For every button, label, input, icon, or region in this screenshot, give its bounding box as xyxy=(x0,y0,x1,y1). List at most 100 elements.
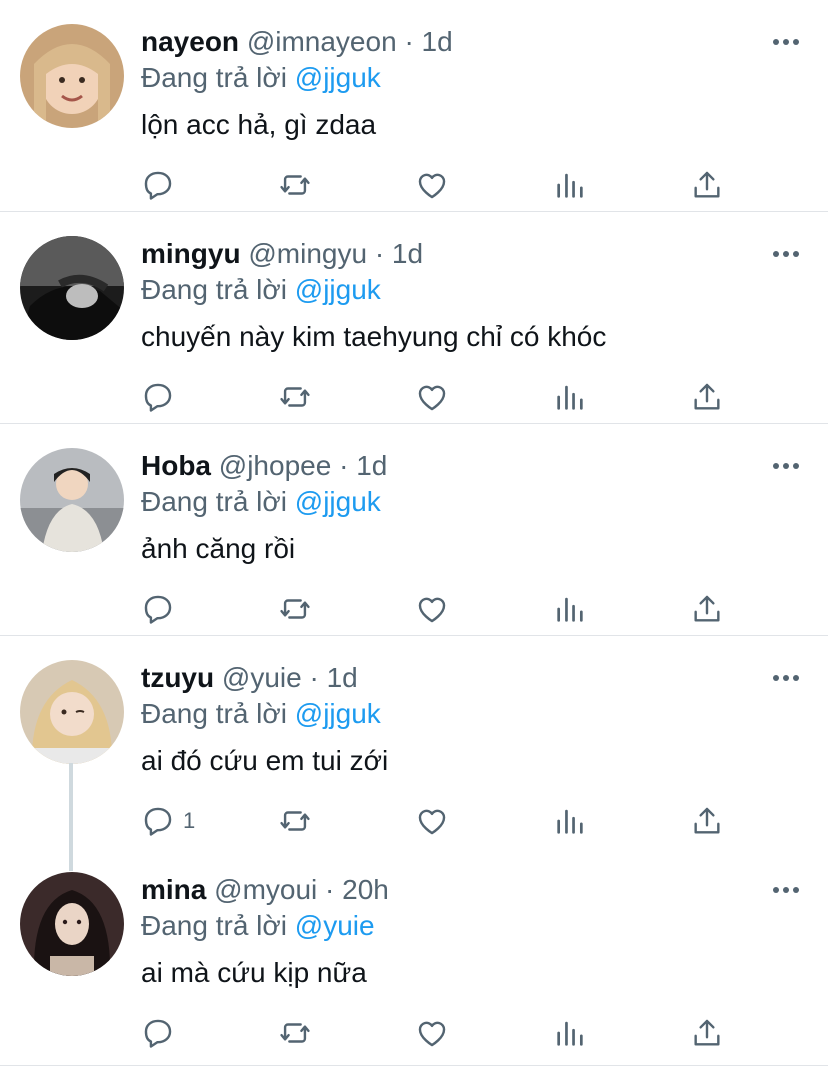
share-button[interactable] xyxy=(690,376,724,418)
reply-to-line: Đang trả lời @yuie xyxy=(141,908,375,944)
more-options-icon[interactable] xyxy=(768,242,804,266)
timestamp[interactable]: 1d xyxy=(422,26,453,57)
analytics-button[interactable] xyxy=(553,800,587,842)
tweet[interactable]: mingyu @mingyu · 1d Đang trả lời @jjguk … xyxy=(0,212,828,424)
tweet-text: ai đó cứu em tui zới xyxy=(141,745,389,776)
share-icon xyxy=(694,595,720,622)
like-button[interactable] xyxy=(415,588,449,630)
bar-chart-icon xyxy=(557,809,583,834)
avatar[interactable] xyxy=(20,660,124,764)
more-options-icon[interactable] xyxy=(768,454,804,478)
retweet-button[interactable] xyxy=(278,588,312,630)
display-name[interactable]: Hoba xyxy=(141,450,211,481)
share-button[interactable] xyxy=(690,800,724,842)
timestamp[interactable]: 1d xyxy=(392,238,423,269)
more-options-icon[interactable] xyxy=(768,30,804,54)
reply-icon xyxy=(144,171,172,200)
display-name[interactable]: nayeon xyxy=(141,26,239,57)
reply-button[interactable] xyxy=(141,1012,183,1054)
reply-prefix: Đang trả lời xyxy=(141,910,287,941)
mention-link[interactable]: @yuie xyxy=(295,910,375,941)
tweet-header: nayeon @imnayeon · 1d xyxy=(141,24,453,60)
analytics-button[interactable] xyxy=(553,376,587,418)
reply-to-line: Đang trả lời @jjguk xyxy=(141,272,381,308)
display-name[interactable]: mingyu xyxy=(141,238,241,269)
share-icon xyxy=(694,807,720,834)
user-handle[interactable]: @myoui xyxy=(214,874,317,905)
tweet-text: lộn acc hả, gì zdaa xyxy=(141,109,377,140)
reply-prefix: Đang trả lời xyxy=(141,486,287,517)
like-button[interactable] xyxy=(415,376,449,418)
retweet-button[interactable] xyxy=(278,164,312,206)
share-icon xyxy=(694,1019,720,1046)
reply-count: 1 xyxy=(183,808,196,833)
reply-button[interactable] xyxy=(141,376,183,418)
tweet-header: tzuyu @yuie · 1d xyxy=(141,660,358,696)
reply-icon xyxy=(144,383,172,412)
reply-button[interactable] xyxy=(141,164,183,206)
reply-button[interactable] xyxy=(141,588,183,630)
tweet[interactable]: mina @myoui · 20h Đang trả lời @yuie ai … xyxy=(0,848,828,1066)
mention-link[interactable]: @jjguk xyxy=(295,274,381,305)
reply-icon xyxy=(144,807,172,836)
heart-icon xyxy=(418,809,446,835)
share-button[interactable] xyxy=(690,1012,724,1054)
analytics-button[interactable] xyxy=(553,588,587,630)
retweet-icon xyxy=(280,387,310,407)
retweet-button[interactable] xyxy=(278,1012,312,1054)
avatar[interactable] xyxy=(20,236,124,340)
retweet-icon xyxy=(280,175,310,195)
tweet-header: mingyu @mingyu · 1d xyxy=(141,236,423,272)
tweet-text: ảnh căng rồi xyxy=(141,533,296,564)
display-name[interactable]: tzuyu xyxy=(141,662,214,693)
tweet[interactable]: tzuyu @yuie · 1d Đang trả lời @jjguk ai … xyxy=(0,636,828,848)
like-button[interactable] xyxy=(415,800,449,842)
separator-dot: · xyxy=(339,450,349,481)
more-options-icon[interactable] xyxy=(768,666,804,690)
display-name[interactable]: mina xyxy=(141,874,206,905)
user-handle[interactable]: @yuie xyxy=(222,662,302,693)
tweet[interactable]: Hoba @jhopee · 1d Đang trả lời @jjguk ản… xyxy=(0,424,828,636)
reply-prefix: Đang trả lời xyxy=(141,698,287,729)
separator-dot: · xyxy=(309,662,319,693)
more-options-icon[interactable] xyxy=(768,878,804,902)
action-bar xyxy=(0,376,828,418)
reply-button[interactable]: 1 xyxy=(141,800,195,842)
bar-chart-icon xyxy=(557,1021,583,1046)
action-bar xyxy=(0,164,828,206)
user-handle[interactable]: @mingyu xyxy=(248,238,367,269)
heart-icon xyxy=(418,385,446,411)
bar-chart-icon xyxy=(557,597,583,622)
tweet[interactable]: nayeon @imnayeon · 1d Đang trả lời @jjgu… xyxy=(0,0,828,212)
retweet-button[interactable] xyxy=(278,376,312,418)
bar-chart-icon xyxy=(557,173,583,198)
like-button[interactable] xyxy=(415,1012,449,1054)
mention-link[interactable]: @jjguk xyxy=(295,62,381,93)
mention-link[interactable]: @jjguk xyxy=(295,486,381,517)
timestamp[interactable]: 1d xyxy=(356,450,387,481)
user-handle[interactable]: @imnayeon xyxy=(247,26,397,57)
heart-icon xyxy=(418,1021,446,1047)
avatar[interactable] xyxy=(20,872,124,976)
analytics-button[interactable] xyxy=(553,1012,587,1054)
mention-link[interactable]: @jjguk xyxy=(295,698,381,729)
user-handle[interactable]: @jhopee xyxy=(219,450,332,481)
share-button[interactable] xyxy=(690,164,724,206)
action-bar: 1 xyxy=(0,800,828,842)
retweet-icon xyxy=(280,599,310,619)
avatar[interactable] xyxy=(20,24,124,128)
timestamp[interactable]: 1d xyxy=(327,662,358,693)
share-icon xyxy=(694,171,720,198)
avatar[interactable] xyxy=(20,448,124,552)
bar-chart-icon xyxy=(557,385,583,410)
like-button[interactable] xyxy=(415,164,449,206)
analytics-button[interactable] xyxy=(553,164,587,206)
retweet-button[interactable] xyxy=(278,800,312,842)
reply-prefix: Đang trả lời xyxy=(141,62,287,93)
reply-to-line: Đang trả lời @jjguk xyxy=(141,696,381,732)
action-bar xyxy=(0,1012,828,1054)
separator-dot: · xyxy=(325,874,335,905)
tweet-text: ai mà cứu kịp nữa xyxy=(141,957,367,988)
share-button[interactable] xyxy=(690,588,724,630)
timestamp[interactable]: 20h xyxy=(342,874,389,905)
